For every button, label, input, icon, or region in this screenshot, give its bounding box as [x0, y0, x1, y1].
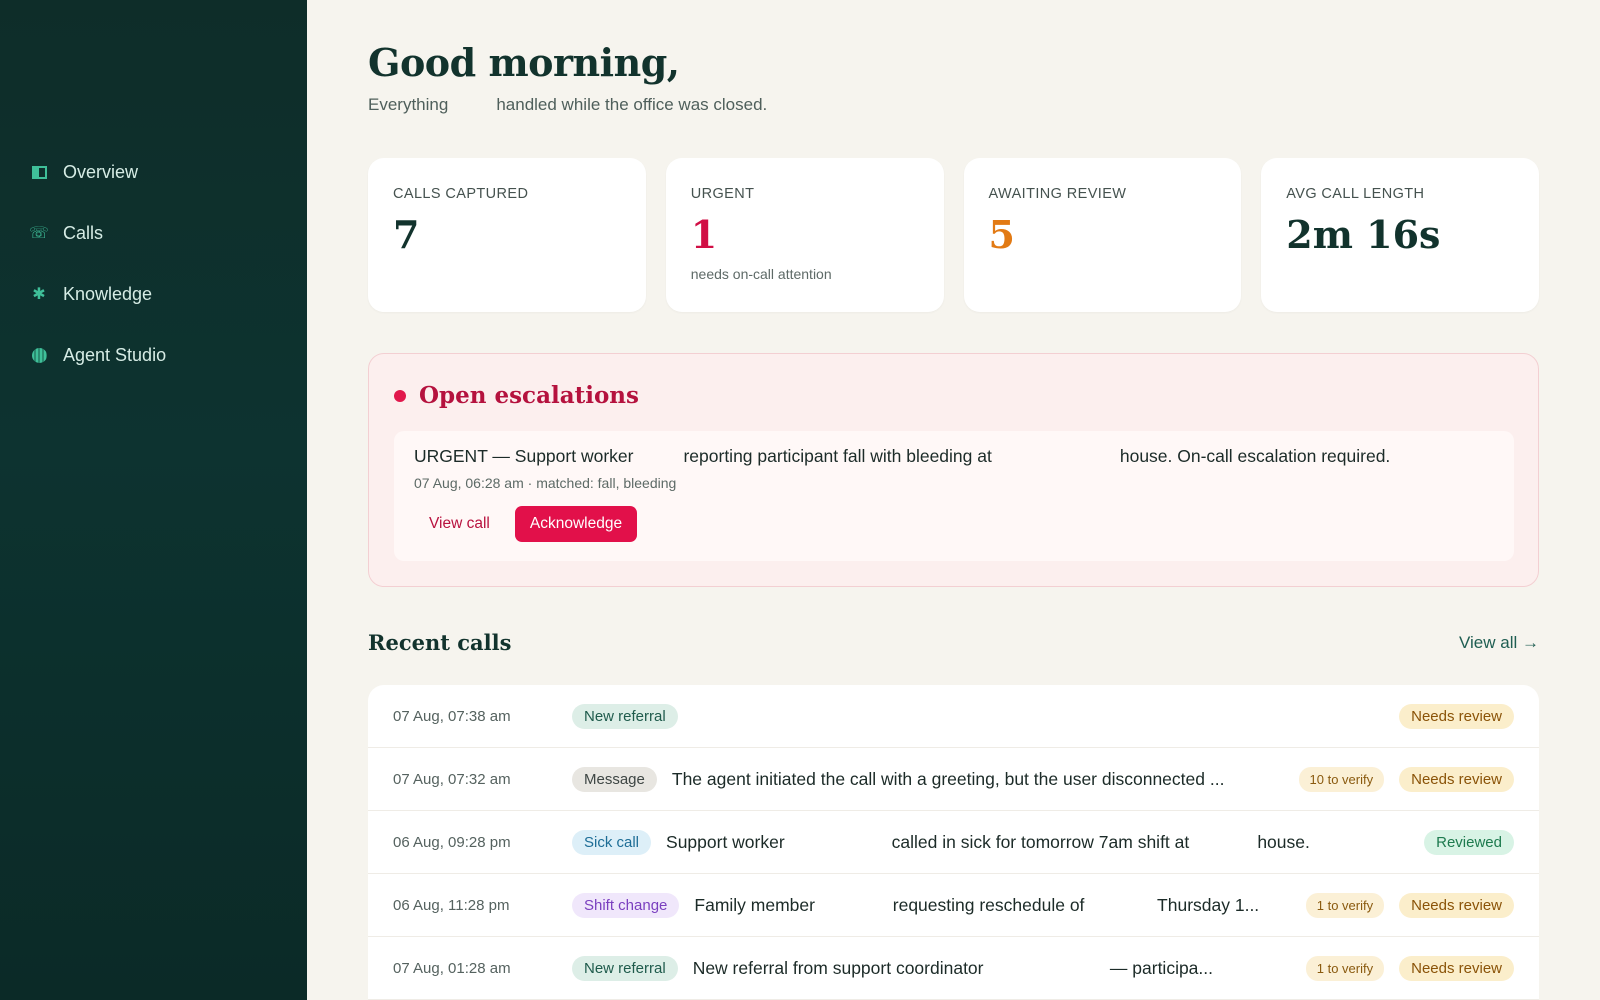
sidebar-item-knowledge[interactable]: ✱ Knowledge: [30, 264, 166, 325]
escalation-text-part: house. On-call escalation required.: [1119, 446, 1391, 466]
panel-icon: [30, 164, 48, 182]
sidebar-item-agent-studio[interactable]: Agent Studio: [30, 325, 166, 386]
verify-badge: 1 to verify: [1305, 892, 1385, 918]
view-call-button[interactable]: View call: [414, 507, 505, 541]
escalation-text-part: URGENT — Support worker: [414, 446, 634, 466]
stat-value: 2m 16s: [1286, 212, 1441, 257]
status-badge: Needs review: [1399, 766, 1514, 792]
sidebar: Overview ☏ Calls ✱ Knowledge Agent Studi…: [0, 0, 307, 1000]
subtitle-end: handled while the office was closed.: [496, 95, 768, 114]
stat-note: needs on-call attention: [690, 265, 832, 282]
call-time: 06 Aug, 09:28 pm: [393, 833, 511, 851]
stat-value: 7: [393, 212, 420, 257]
escalations-title: Open escalations: [419, 382, 639, 409]
stat-label: AVG CALL LENGTH: [1286, 186, 1425, 202]
status-badge: Needs review: [1399, 955, 1514, 981]
call-row[interactable]: 06 Aug, 09:28 pm Sick call Support worke…: [368, 811, 1539, 874]
call-type-tag: New referral: [572, 955, 678, 981]
alert-dot-icon: [394, 389, 406, 402]
sidebar-item-label: Agent Studio: [63, 345, 167, 365]
stat-label: CALLS CAPTURED: [393, 186, 529, 202]
call-summary: Family member requesting reschedule of T…: [694, 894, 1260, 915]
call-summary: New referral from support coordinator — …: [692, 957, 1214, 978]
status-badge: Needs review: [1399, 892, 1514, 918]
escalations-header: Open escalations: [394, 382, 639, 409]
stats-row: CALLS CAPTURED 7 URGENT 1 needs on-call …: [368, 158, 1539, 312]
recent-calls-title: Recent calls: [368, 630, 512, 655]
subtitle-start: Everything: [368, 95, 449, 114]
phone-icon: ☏: [29, 224, 50, 242]
sidebar-item-label: Knowledge: [63, 284, 153, 304]
call-type-tag: Sick call: [572, 829, 652, 855]
call-time: 07 Aug, 01:28 am: [393, 959, 511, 977]
view-all-link[interactable]: View all →: [1459, 633, 1539, 653]
call-row[interactable]: 07 Aug, 07:32 am Message The agent initi…: [368, 748, 1539, 811]
sidebar-item-label: Overview: [63, 162, 139, 182]
status-badge: Needs review: [1399, 703, 1514, 729]
acknowledge-button[interactable]: Acknowledge: [514, 506, 638, 542]
call-row[interactable]: 07 Aug, 01:28 am New referral New referr…: [368, 937, 1539, 1000]
status-badge: Reviewed: [1424, 829, 1514, 855]
sidebar-item-overview[interactable]: Overview: [30, 142, 166, 203]
sidebar-item-calls[interactable]: ☏ Calls: [29, 203, 166, 264]
stat-calls-captured: CALLS CAPTURED 7: [368, 158, 646, 312]
stat-value: 1: [690, 212, 718, 257]
call-summary: Support worker called in sick for tomorr…: [666, 831, 1310, 852]
escalation-actions: View call Acknowledge: [414, 506, 1494, 542]
recent-calls-list: 07 Aug, 07:38 am New referral Needs revi…: [368, 685, 1539, 1000]
verify-badge: 10 to verify: [1298, 766, 1385, 792]
call-type-tag: Shift change: [572, 892, 680, 918]
page-title: Good morning,: [368, 40, 680, 85]
stat-avg-call-length: AVG CALL LENGTH 2m 16s: [1261, 158, 1539, 312]
call-time: 07 Aug, 07:38 am: [393, 707, 511, 725]
escalation-meta: 07 Aug, 06:28 am · matched: fall, bleedi…: [414, 475, 677, 491]
call-row[interactable]: 07 Aug, 07:38 am New referral Needs revi…: [368, 685, 1539, 748]
stat-value: 5: [988, 212, 1015, 257]
escalation-message: URGENT — Support worker reporting partici…: [414, 446, 1494, 467]
escalation-text-part: reporting participant fall with bleeding…: [683, 446, 992, 466]
recent-calls-header: Recent calls View all →: [368, 630, 1539, 655]
call-type-tag: New referral: [572, 703, 678, 729]
call-type-tag: Message: [572, 766, 657, 792]
call-row[interactable]: 06 Aug, 11:28 pm Shift change Family mem…: [368, 874, 1539, 937]
verify-badge: 1 to verify: [1305, 955, 1385, 981]
stat-label: AWAITING REVIEW: [988, 186, 1127, 202]
call-summary: The agent initiated the call with a gree…: [671, 768, 1225, 789]
open-escalations-panel: Open escalations URGENT — Support worker…: [368, 353, 1539, 587]
call-time: 07 Aug, 07:32 am: [393, 770, 511, 788]
asterisk-icon: ✱: [32, 285, 46, 303]
escalation-card: URGENT — Support worker reporting partici…: [394, 431, 1514, 561]
sidebar-item-label: Calls: [63, 223, 104, 243]
stat-awaiting-review: AWAITING REVIEW 5: [963, 158, 1242, 312]
sidebar-nav: Overview ☏ Calls ✱ Knowledge Agent Studi…: [29, 142, 166, 386]
call-time: 06 Aug, 11:28 pm: [393, 896, 510, 914]
stat-label: URGENT: [690, 186, 755, 202]
page-subtitle: Everything handled while the office was c…: [368, 95, 767, 115]
globe-icon: [30, 347, 48, 365]
stat-urgent: URGENT 1 needs on-call attention: [665, 158, 944, 312]
